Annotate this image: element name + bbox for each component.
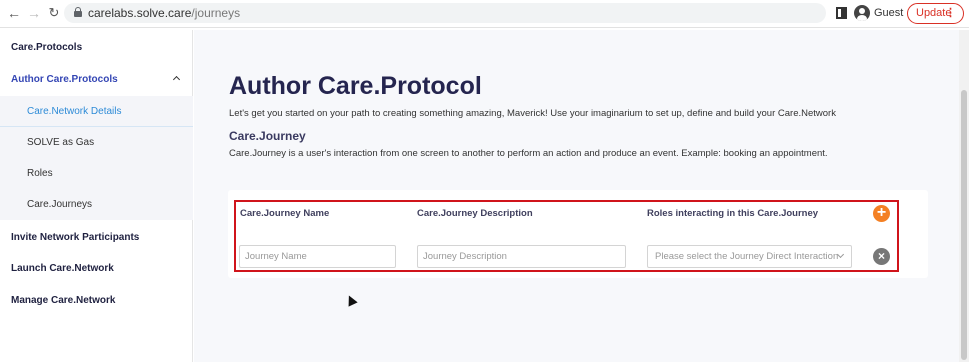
add-journey-button[interactable]: + [873, 205, 890, 222]
column-header-roles: Roles interacting in this Care.Journey [647, 208, 819, 219]
update-button[interactable]: Update ⋮ [907, 3, 964, 24]
side-panel-icon[interactable] [836, 7, 847, 19]
sidebar-item-launch-care-network[interactable]: Launch Care.Network [0, 253, 193, 284]
journey-description-input[interactable] [417, 245, 626, 268]
remove-journey-button[interactable]: × [873, 248, 890, 265]
column-header-journey-description: Care.Journey Description [417, 208, 533, 219]
guest-label[interactable]: Guest [874, 7, 903, 19]
scrollbar-thumb[interactable] [961, 90, 967, 360]
url-text: carelabs.solve.care/journeys [88, 6, 241, 20]
sidebar-item-manage-care-network[interactable]: Manage Care.Network [0, 285, 193, 316]
section-description: Care.Journey is a user's interaction fro… [229, 148, 828, 159]
more-vert-icon: ⋮ [945, 7, 956, 19]
sidebar-item-care-journeys[interactable]: Care.Journeys [0, 189, 193, 220]
reload-icon[interactable]: ↻ [46, 5, 62, 21]
journey-name-input[interactable] [239, 245, 396, 268]
lock-icon [74, 7, 82, 17]
intro-text: Let's get you started on your path to cr… [229, 108, 836, 119]
sidebar-item-roles[interactable]: Roles [0, 158, 193, 189]
chevron-up-icon [172, 75, 181, 84]
page-title: Author Care.Protocol [229, 72, 482, 100]
sidebar-item-author-care-protocols[interactable]: Author Care.Protocols [0, 64, 193, 95]
guest-profile-icon[interactable] [854, 5, 870, 21]
sidebar-item-solve-as-gas[interactable]: SOLVE as Gas [0, 127, 193, 158]
sidebar-item-care-network-details[interactable]: Care.Network Details [0, 96, 193, 127]
forward-arrow-icon[interactable]: → [26, 5, 42, 21]
address-bar[interactable]: carelabs.solve.care/journeys [64, 3, 826, 23]
back-arrow-icon[interactable]: ← [6, 5, 22, 21]
sidebar: Care.Protocols Author Care.Protocols Car… [0, 30, 193, 362]
browser-toolbar: ← → ↻ carelabs.solve.care/journeys Guest… [0, 0, 969, 28]
sidebar-item-invite-network-participants[interactable]: Invite Network Participants [0, 222, 193, 253]
roles-select[interactable]: Please select the Journey Direct Interac… [647, 245, 852, 268]
scrollbar[interactable] [959, 30, 969, 362]
column-header-journey-name: Care.Journey Name [240, 208, 330, 219]
section-title: Care.Journey [229, 129, 306, 143]
sidebar-item-care-protocols[interactable]: Care.Protocols [0, 32, 193, 63]
